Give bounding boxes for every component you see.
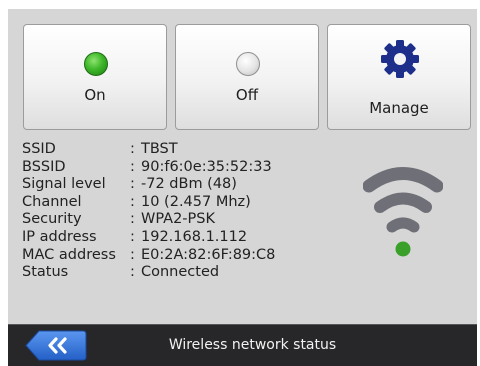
wifi-signal-icon [363, 167, 443, 257]
info-separator: : [130, 228, 135, 245]
info-value: Connected [141, 264, 220, 281]
off-button[interactable]: Off [175, 24, 319, 130]
info-row: Security: WPA2-PSK [22, 211, 275, 229]
info-row: BSSID:90:f6:0e:35:52:33 [22, 159, 275, 177]
info-key: SSID [22, 141, 56, 157]
info-separator: : [130, 158, 135, 175]
info-row: Status: Connected [22, 264, 275, 282]
network-info-list: SSID: TBST BSSID:90:f6:0e:35:52:33 Signal l… [22, 141, 275, 282]
off-button-label: Off [235, 86, 259, 104]
wireless-status-screen: On Off Manage SSID: TBST BSSID:90:f6:0e:35… [8, 9, 477, 366]
info-separator: : [130, 264, 135, 281]
info-row: SSID: TBST [22, 141, 275, 159]
info-key: BSSID [22, 158, 66, 175]
gear-icon [381, 40, 419, 78]
info-separator: : [130, 141, 135, 157]
info-key: IP address [22, 228, 97, 245]
info-key: MAC address [22, 246, 116, 263]
manage-button-label: Manage [369, 99, 429, 117]
info-value: WPA2-PSK [141, 211, 215, 228]
info-key: Security [22, 211, 82, 228]
info-value: TBST [141, 141, 178, 157]
bottom-bar: Wireless network status [8, 324, 477, 366]
info-value: E0:2A:82:6F:89:C8 [141, 246, 276, 263]
info-separator: : [130, 211, 135, 228]
on-button[interactable]: On [23, 24, 167, 130]
info-row: MAC address: E0:2A:82:6F:89:C8 [22, 247, 275, 265]
info-separator: : [130, 193, 135, 210]
bottom-bar-title: Wireless network status [168, 337, 337, 353]
info-separator: : [130, 176, 135, 193]
info-key: Signal level [22, 176, 106, 193]
info-value: 90:f6:0e:35:52:33 [141, 158, 272, 175]
info-value: -72 dBm (48) [141, 176, 237, 193]
info-row: Signal level: -72 dBm (48) [22, 176, 275, 194]
info-key: Channel [22, 193, 82, 210]
on-button-label: On [84, 86, 106, 104]
manage-button[interactable]: Manage [327, 24, 471, 130]
grey-led-icon [236, 52, 260, 76]
info-value: 192.168.1.112 [141, 228, 248, 245]
info-key: Status [22, 264, 69, 281]
info-row: IP address:192.168.1.112 [22, 229, 275, 247]
info-value: 10 (2.457 Mhz) [141, 193, 251, 210]
info-row: Channel:10 (2.457 Mhz) [22, 194, 275, 212]
info-separator: : [130, 246, 135, 263]
green-led-icon [84, 52, 108, 76]
